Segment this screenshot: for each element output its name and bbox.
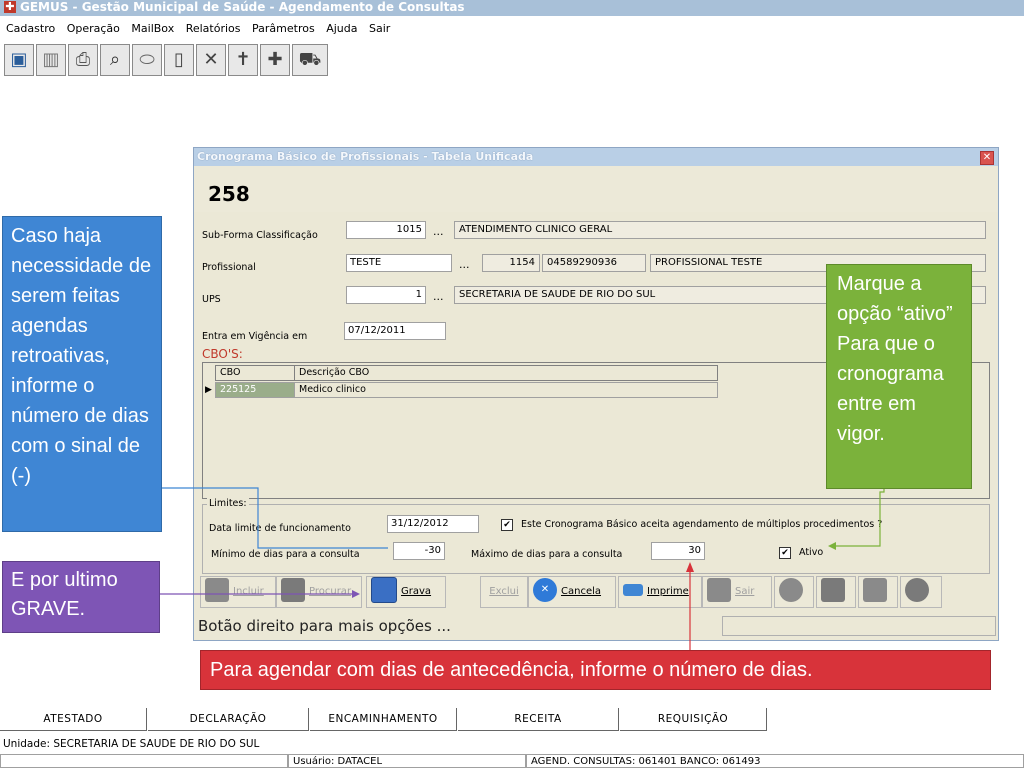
tab-requisicao[interactable]: REQUISIÇÃO <box>620 708 767 731</box>
callout-connectors <box>160 487 885 650</box>
tab-atestado[interactable]: ATESTADO <box>0 708 147 731</box>
status-cell-empty <box>0 754 288 768</box>
tab-declaracao[interactable]: DECLARAÇÃO <box>148 708 309 731</box>
tab-encaminhamento[interactable]: ENCAMINHAMENTO <box>310 708 457 731</box>
status-agend: AGEND. CONSULTAS: 061401 BANCO: 061493 <box>526 754 1024 768</box>
connector-purple-arrow <box>352 590 360 598</box>
connector-red-arrow <box>686 562 694 572</box>
connector-green-arrow <box>828 542 836 550</box>
tab-receita[interactable]: RECEITA <box>458 708 619 731</box>
connector-green <box>832 489 885 547</box>
unit-label: Unidade: SECRETARIA DE SAUDE DE RIO DO S… <box>3 738 260 750</box>
connector-blue <box>162 487 388 549</box>
status-user: Usuário: DATACEL <box>288 754 526 768</box>
